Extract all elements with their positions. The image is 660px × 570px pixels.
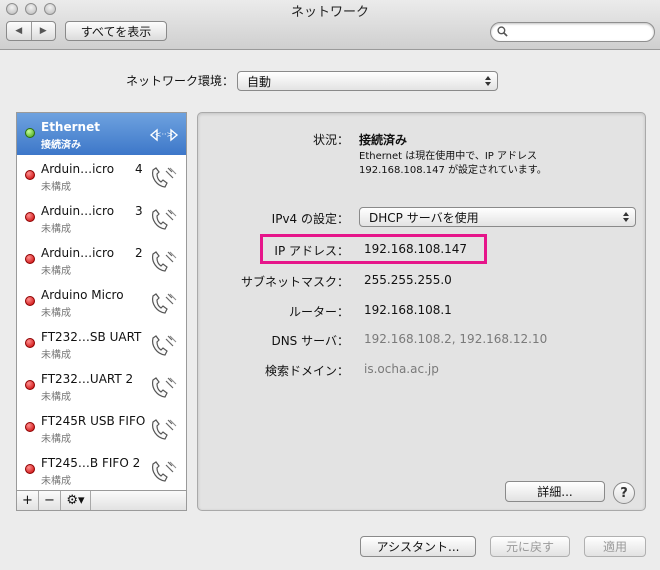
service-item[interactable]: FT232…UART 2 未構成 xyxy=(17,365,186,407)
service-name: Ethernet xyxy=(41,120,100,134)
assistant-button[interactable]: アシスタント... xyxy=(360,536,476,557)
modem-phone-icon xyxy=(152,335,177,356)
apply-button[interactable]: 適用 xyxy=(584,536,646,557)
ethernet-icon: <··> xyxy=(149,128,179,142)
ipv4-config-label: IPv4 の設定： xyxy=(271,212,349,226)
service-item[interactable]: Arduin…icro 未構成 4 xyxy=(17,155,186,197)
status-description-line-2: 192.168.108.147 が設定されています。 xyxy=(359,165,547,176)
modem-phone-icon xyxy=(152,209,177,230)
service-name: Arduin…icro xyxy=(41,246,115,260)
service-name: FT232…UART 2 xyxy=(41,372,134,386)
service-item[interactable]: FT245R USB FIFO 未構成 xyxy=(17,407,186,449)
modem-phone-icon xyxy=(152,419,177,440)
service-name: FT232…SB UART xyxy=(41,330,142,344)
modem-phone-icon xyxy=(152,377,177,398)
service-status: 未構成 xyxy=(41,224,71,235)
help-button[interactable]: ? xyxy=(613,482,635,504)
ip-address-value: 192.168.108.147 xyxy=(364,242,468,256)
service-item[interactable]: FT245…B FIFO 2 未構成 xyxy=(17,449,186,491)
revert-button[interactable]: 元に戻す xyxy=(490,536,570,557)
subnet-mask-value: 255.255.255.0 xyxy=(364,273,452,287)
search-input[interactable] xyxy=(511,24,649,40)
ipv4-config-popup[interactable]: DHCP サーバを使用 xyxy=(359,207,636,227)
service-status: 未構成 xyxy=(41,266,71,277)
location-value: 自動 xyxy=(247,74,272,89)
service-list: Ethernet 接続済み <··> Arduin…icro 未構成 4 Arduin…ic… xyxy=(16,112,187,511)
service-status: 未構成 xyxy=(41,434,71,445)
back-forward-control: ◀ ▶ xyxy=(6,21,56,41)
status-label: 状況： xyxy=(312,133,349,147)
window-title: ネットワーク xyxy=(290,5,369,20)
status-value: 接続済み xyxy=(359,133,408,147)
search-domain-label: 検索ドメイン： xyxy=(264,364,349,378)
dns-server-label: DNS サーバ： xyxy=(271,334,349,348)
service-item[interactable]: Arduin…icro 未構成 2 xyxy=(17,239,186,281)
service-status: 接続済み xyxy=(41,140,81,151)
advanced-button[interactable]: 詳細... xyxy=(505,481,605,502)
service-item[interactable]: FT232…SB UART 未構成 xyxy=(17,323,186,365)
remove-service-button[interactable]: − xyxy=(39,491,61,510)
status-dot-icon xyxy=(25,212,35,222)
status-dot-icon xyxy=(25,128,35,138)
router-value: 192.168.108.1 xyxy=(364,303,452,317)
service-name: Arduin…icro xyxy=(41,204,115,218)
status-dot-icon xyxy=(25,338,35,348)
router-label: ルーター： xyxy=(288,305,349,319)
status-description-line-1: Ethernet は現在使用中で、IP アドレス xyxy=(359,151,538,162)
status-dot-icon xyxy=(25,380,35,390)
modem-phone-icon xyxy=(152,293,177,314)
location-popup[interactable]: 自動 xyxy=(237,71,498,91)
add-service-button[interactable]: + xyxy=(17,491,39,510)
ip-address-label: IP アドレス： xyxy=(274,244,349,258)
ipv4-config-value: DHCP サーバを使用 xyxy=(369,210,479,225)
service-name: Arduin…icro xyxy=(41,162,115,176)
search-icon xyxy=(497,26,508,37)
show-all-button[interactable]: すべてを表示 xyxy=(65,21,167,41)
service-status: 未構成 xyxy=(41,308,71,319)
service-number: 2 xyxy=(135,246,143,260)
title-bar: ネットワーク ◀ ▶ すべてを表示 xyxy=(0,0,660,50)
dns-server-value: 192.168.108.2, 192.168.12.10 xyxy=(364,332,548,346)
popup-arrows-icon xyxy=(623,212,629,222)
status-description: Ethernet は現在使用中で、IP アドレス 192.168.108.147… xyxy=(359,150,609,178)
popup-arrows-icon xyxy=(485,76,491,86)
location-label: ネットワーク環境： xyxy=(125,74,234,88)
service-number: 3 xyxy=(135,204,143,218)
svg-text:<··>: <··> xyxy=(155,130,174,139)
service-status: 未構成 xyxy=(41,350,71,361)
status-dot-icon xyxy=(25,422,35,432)
service-name: FT245…B FIFO 2 xyxy=(41,456,141,470)
status-dot-icon xyxy=(25,254,35,264)
service-status: 未構成 xyxy=(41,182,71,193)
status-dot-icon xyxy=(25,296,35,306)
search-domain-value: is.ocha.ac.jp xyxy=(364,362,439,376)
modem-phone-icon xyxy=(152,251,177,272)
subnet-mask-label: サブネットマスク： xyxy=(240,275,349,289)
status-dot-icon xyxy=(25,464,35,474)
service-item[interactable]: Arduino Micro 未構成 xyxy=(17,281,186,323)
modem-phone-icon xyxy=(152,461,177,482)
status-dot-icon xyxy=(25,170,35,180)
network-preferences-window: ネットワーク ◀ ▶ すべてを表示 ネットワーク環境： 自動 Ethernet 接… xyxy=(0,0,660,570)
service-item[interactable]: Ethernet 接続済み <··> xyxy=(17,113,186,155)
service-action-menu-button[interactable]: ⚙▾ xyxy=(61,491,91,510)
service-name: Arduino Micro xyxy=(41,288,124,302)
forward-icon[interactable]: ▶ xyxy=(30,22,56,40)
service-number: 4 xyxy=(135,162,143,176)
modem-phone-icon xyxy=(152,167,177,188)
service-item[interactable]: Arduin…icro 未構成 3 xyxy=(17,197,186,239)
back-icon[interactable]: ◀ xyxy=(7,22,31,40)
service-status: 未構成 xyxy=(41,392,71,403)
service-name: FT245R USB FIFO xyxy=(41,414,146,428)
service-list-toolbar: + − ⚙▾ xyxy=(16,490,187,511)
search-field[interactable] xyxy=(490,22,655,42)
service-status: 未構成 xyxy=(41,476,71,487)
